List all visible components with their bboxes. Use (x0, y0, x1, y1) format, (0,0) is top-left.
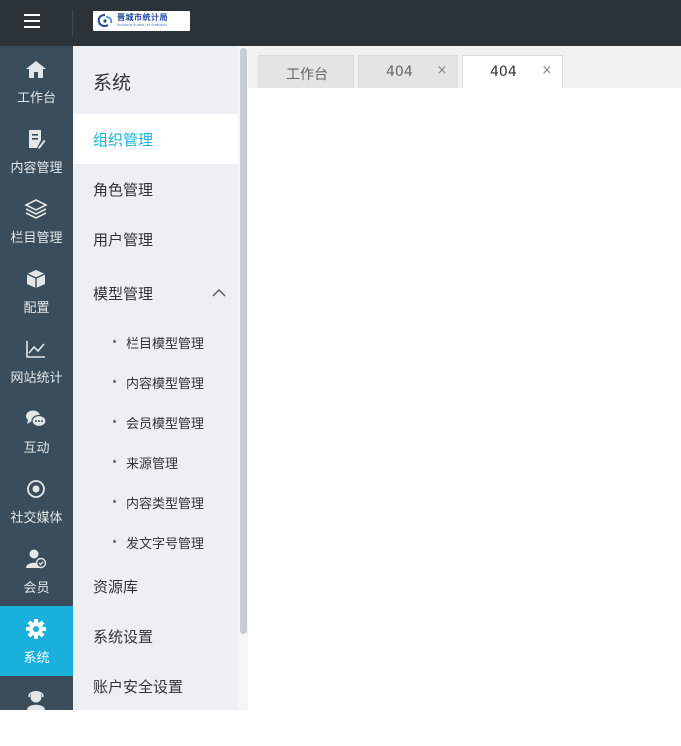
tab-404[interactable]: 404 × (358, 55, 458, 88)
gear-icon (26, 619, 46, 639)
logo-emblem-icon (97, 14, 113, 27)
submenu-title: 系统 (93, 72, 132, 94)
close-icon[interactable]: × (540, 63, 554, 79)
chevron-up-icon[interactable] (211, 288, 227, 298)
rail-label: 配置 (23, 301, 50, 316)
submenu-item-label: 内容模型管理 (126, 377, 205, 392)
submenu-item-doc-number[interactable]: 发文字号管理 (73, 521, 238, 561)
rail-item-system[interactable]: 系统 (0, 606, 73, 676)
rail-item-social-media[interactable]: 社交媒体 (0, 466, 73, 536)
menu-item-models[interactable]: 模型管理 (73, 268, 238, 318)
menu-item-roles[interactable]: 角色管理 (73, 164, 238, 214)
submenu-item-label: 来源管理 (126, 457, 179, 472)
bullet-dot (113, 420, 116, 423)
rail-label: 栏目管理 (10, 231, 63, 246)
submenu-item-member-model[interactable]: 会员模型管理 (73, 401, 238, 441)
scrollbar-thumb[interactable] (240, 48, 247, 634)
rail-label: 工作台 (16, 91, 56, 106)
menu-item-label: 组织管理 (93, 131, 154, 149)
primary-nav-rail: 工作台 内容管理 栏目管理 配置 网站统计 互动 社交媒体 会员 系统 (0, 46, 73, 710)
header-divider (72, 10, 73, 36)
secondary-menu: 系统 组织管理 角色管理 用户管理 模型管理 栏目模型管理 内容模型管理 会员模… (73, 46, 248, 710)
submenu-item-content-type[interactable]: 内容类型管理 (73, 481, 238, 521)
submenu-item-label: 会员模型管理 (126, 417, 205, 432)
menu-item-organization[interactable]: 组织管理 (73, 114, 238, 164)
menu-item-label: 资源库 (93, 578, 139, 596)
user-badge-icon (26, 549, 47, 569)
rail-label: 会员 (23, 581, 50, 596)
close-icon[interactable]: × (435, 63, 449, 79)
rail-label: 网站统计 (10, 371, 63, 386)
rail-item-workbench[interactable]: 工作台 (0, 46, 73, 116)
menu-item-account-security[interactable]: 账户安全设置 (73, 661, 238, 711)
submenu-item-content-model[interactable]: 内容模型管理 (73, 361, 238, 401)
tab-bar: 工作台 404 × 404 × (248, 46, 681, 88)
cube-icon (26, 270, 46, 288)
main-content (248, 88, 681, 710)
tab-404-active[interactable]: 404 × (462, 55, 563, 88)
menu-item-label: 角色管理 (93, 181, 154, 199)
target-icon (27, 480, 45, 498)
menu-item-label: 系统设置 (93, 628, 154, 646)
rail-item-column[interactable]: 栏目管理 (0, 186, 73, 256)
chat-bubbles-icon (26, 410, 47, 428)
rail-item-config[interactable]: 配置 (0, 256, 73, 326)
rail-item-support[interactable] (0, 676, 73, 746)
rail-item-interaction[interactable]: 互动 (0, 396, 73, 466)
submenu-item-source[interactable]: 来源管理 (73, 441, 238, 481)
rail-label: 系统 (23, 651, 50, 666)
tab-workbench[interactable]: 工作台 (258, 55, 354, 88)
bullet-dot (113, 340, 116, 343)
rail-label: 内容管理 (10, 161, 63, 176)
menu-toggle-icon[interactable] (22, 13, 48, 33)
submenu-item-column-model[interactable]: 栏目模型管理 (73, 321, 238, 361)
submenu-item-label: 发文字号管理 (126, 537, 205, 552)
submenu-scrollbar[interactable] (238, 46, 248, 710)
bullet-dot (113, 500, 116, 503)
bullet-dot (113, 540, 116, 543)
menu-item-resources[interactable]: 资源库 (73, 561, 238, 611)
document-edit-icon (29, 130, 47, 150)
rail-item-statistics[interactable]: 网站统计 (0, 326, 73, 396)
home-icon (26, 61, 46, 78)
line-chart-icon (26, 341, 45, 358)
tab-label: 404 (386, 64, 413, 80)
layers-icon (24, 199, 48, 219)
logo-title: 晋城市统计局 (117, 13, 168, 22)
top-bar: 晋城市统计局 Jincheng Bureau of Statistics (0, 0, 681, 46)
site-logo[interactable]: 晋城市统计局 Jincheng Bureau of Statistics (93, 11, 190, 31)
tab-label: 工作台 (286, 67, 328, 83)
menu-item-system-settings[interactable]: 系统设置 (73, 611, 238, 661)
rail-label: 社交媒体 (10, 511, 63, 526)
rail-label: 互动 (23, 441, 50, 456)
logo-subtitle: Jincheng Bureau of Statistics (117, 23, 168, 27)
rail-item-member[interactable]: 会员 (0, 536, 73, 606)
menu-item-users[interactable]: 用户管理 (73, 214, 238, 264)
rail-item-content[interactable]: 内容管理 (0, 116, 73, 186)
submenu-item-label: 内容类型管理 (126, 497, 205, 512)
menu-item-label: 账户安全设置 (93, 678, 184, 696)
bullet-dot (113, 380, 116, 383)
menu-item-label: 用户管理 (93, 231, 154, 249)
menu-item-label: 模型管理 (93, 285, 154, 303)
bullet-dot (113, 460, 116, 463)
tab-label: 404 (490, 64, 517, 80)
support-agent-icon (27, 690, 45, 710)
submenu-item-label: 栏目模型管理 (126, 337, 205, 352)
